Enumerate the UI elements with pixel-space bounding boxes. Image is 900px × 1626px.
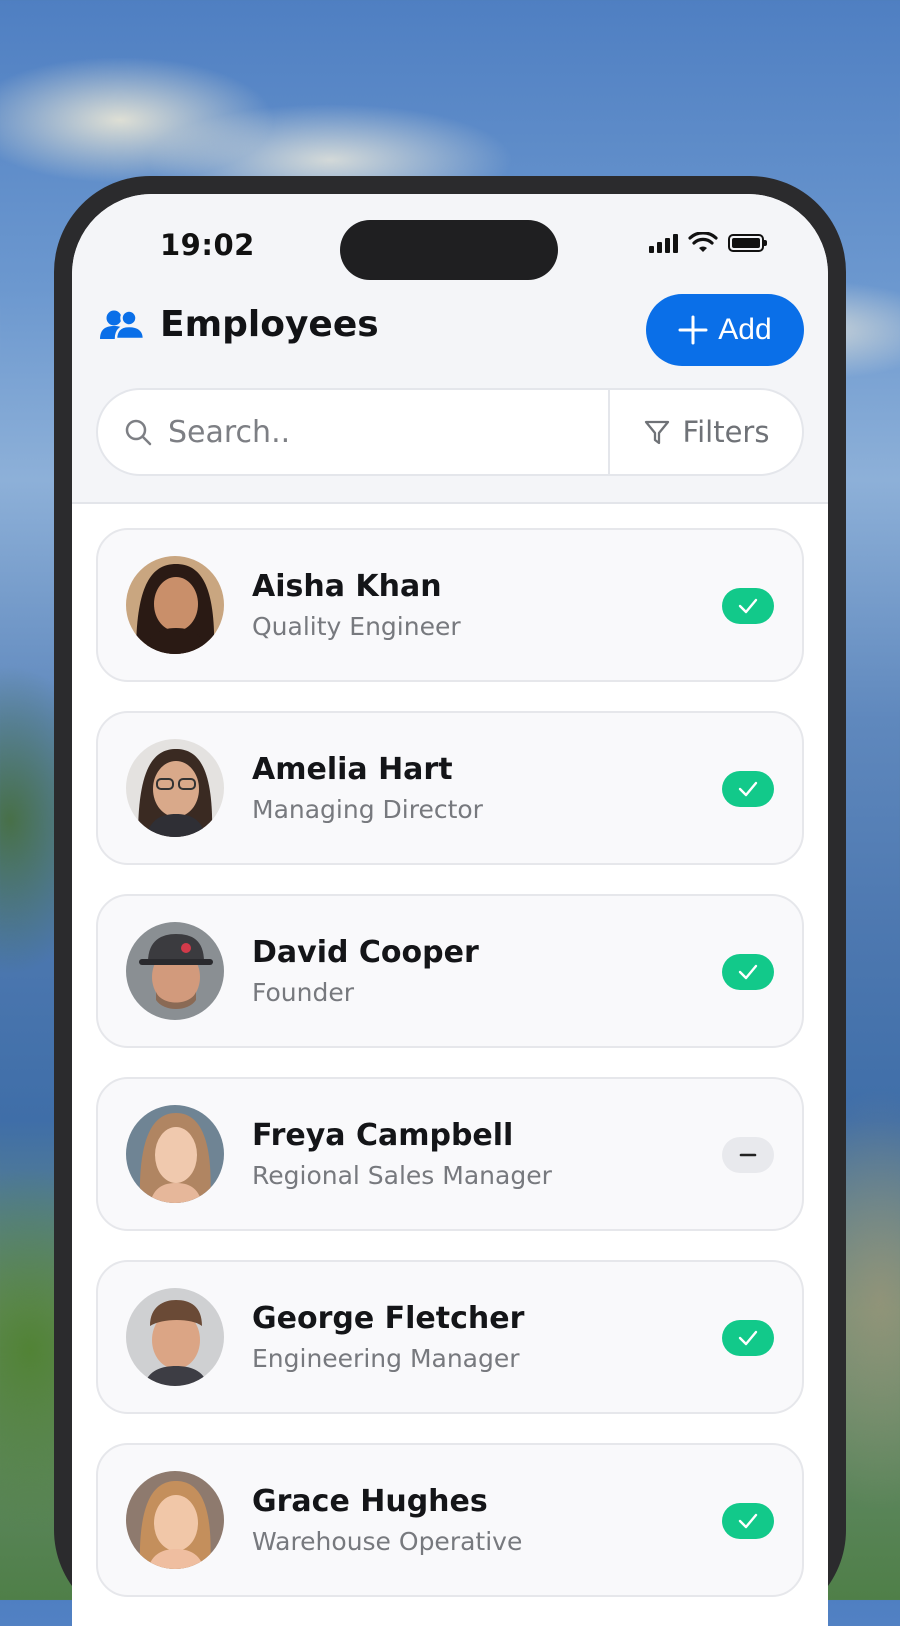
employee-info: Amelia Hart Managing Director bbox=[252, 752, 483, 824]
status-badge bbox=[722, 1320, 774, 1356]
check-icon bbox=[738, 781, 758, 797]
search-icon bbox=[125, 419, 152, 446]
employee-card[interactable]: George Fletcher Engineering Manager bbox=[96, 1260, 804, 1414]
battery-icon bbox=[728, 234, 767, 252]
employee-role: Founder bbox=[252, 978, 355, 1007]
employee-role: Warehouse Operative bbox=[252, 1527, 523, 1556]
employee-role: Regional Sales Manager bbox=[252, 1161, 552, 1190]
status-icons bbox=[649, 232, 767, 254]
dynamic-island bbox=[340, 220, 558, 280]
employee-name: David Cooper bbox=[252, 935, 479, 970]
check-icon bbox=[738, 964, 758, 980]
check-icon bbox=[738, 1513, 758, 1529]
status-badge bbox=[722, 1503, 774, 1539]
employee-role: Engineering Manager bbox=[252, 1344, 520, 1373]
employee-role: Quality Engineer bbox=[252, 612, 461, 641]
employee-info: George Fletcher Engineering Manager bbox=[252, 1301, 524, 1373]
employee-info: Freya Campbell Regional Sales Manager bbox=[252, 1118, 552, 1190]
employee-card[interactable]: Aisha Khan Quality Engineer bbox=[96, 528, 804, 682]
employee-info: Aisha Khan Quality Engineer bbox=[252, 569, 461, 641]
search-input[interactable] bbox=[166, 413, 550, 451]
employee-info: Grace Hughes Warehouse Operative bbox=[252, 1484, 522, 1556]
search-bar: Filters bbox=[96, 388, 804, 476]
employee-role: Managing Director bbox=[252, 795, 483, 824]
avatar bbox=[126, 1105, 224, 1203]
employee-card[interactable]: Amelia Hart Managing Director bbox=[96, 711, 804, 865]
employee-name: Grace Hughes bbox=[252, 1484, 488, 1519]
status-badge bbox=[722, 954, 774, 990]
status-badge bbox=[722, 771, 774, 807]
header-area: 19:02 Employees Add Search.. Filters bbox=[72, 194, 828, 504]
avatar bbox=[126, 739, 224, 837]
plus-icon bbox=[678, 315, 708, 345]
phone-frame: 19:02 Employees Add Search.. Filters Ais… bbox=[54, 176, 846, 1626]
avatar bbox=[126, 1288, 224, 1386]
avatar bbox=[126, 556, 224, 654]
cellular-signal-icon bbox=[649, 233, 678, 253]
employee-name: George Fletcher bbox=[252, 1301, 525, 1336]
avatar bbox=[126, 1471, 224, 1569]
minus-icon bbox=[739, 1153, 757, 1157]
employee-list: Aisha Khan Quality Engineer Amelia Hart … bbox=[96, 528, 804, 1626]
filters-label: Filters bbox=[682, 415, 770, 449]
phone-screen: 19:02 Employees Add Search.. Filters Ais… bbox=[72, 194, 828, 1626]
employee-info: David Cooper Founder bbox=[252, 935, 479, 1007]
employee-card[interactable]: David Cooper Founder bbox=[96, 894, 804, 1048]
page-title: Employees bbox=[160, 304, 379, 345]
employee-name: Amelia Hart bbox=[252, 752, 453, 787]
status-time: 19:02 bbox=[160, 228, 255, 262]
status-badge bbox=[722, 1137, 774, 1173]
employee-card[interactable]: Freya Campbell Regional Sales Manager bbox=[96, 1077, 804, 1231]
wifi-icon bbox=[688, 232, 718, 252]
add-employee-button[interactable]: Add bbox=[646, 294, 804, 366]
employee-name: Aisha Khan bbox=[252, 569, 442, 604]
avatar bbox=[126, 922, 224, 1020]
filter-icon bbox=[644, 420, 669, 445]
employee-card[interactable]: Grace Hughes Warehouse Operative bbox=[96, 1443, 804, 1597]
status-badge bbox=[722, 588, 774, 624]
filters-button[interactable]: Filters bbox=[608, 390, 802, 474]
page-header: Employees bbox=[98, 304, 379, 345]
search-field bbox=[98, 390, 608, 474]
add-button-label: Add bbox=[718, 313, 772, 346]
users-icon bbox=[100, 308, 146, 340]
employee-name: Freya Campbell bbox=[252, 1118, 514, 1153]
check-icon bbox=[738, 1330, 758, 1346]
check-icon bbox=[738, 598, 758, 614]
